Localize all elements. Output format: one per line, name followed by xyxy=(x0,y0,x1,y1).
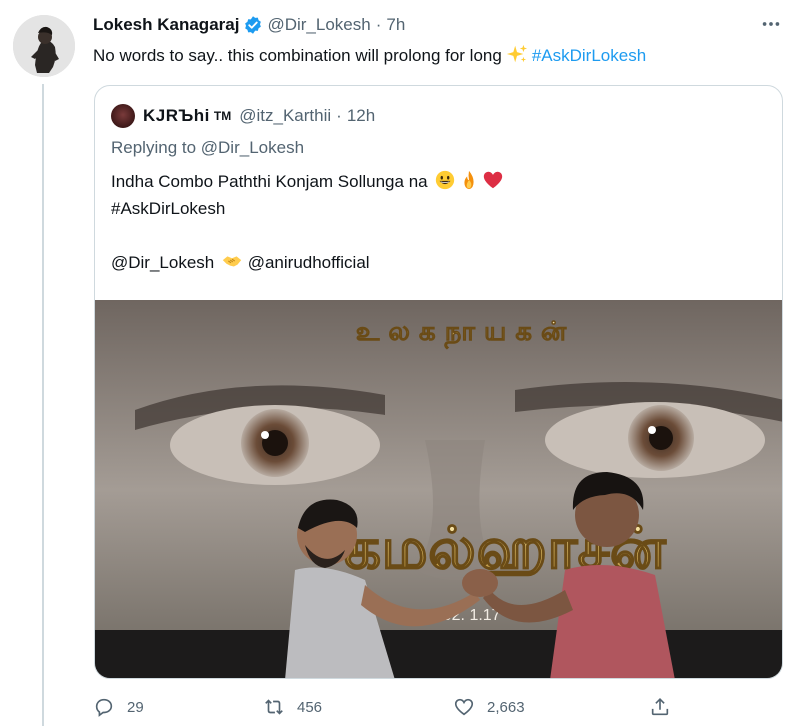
author-avatar-image xyxy=(13,15,75,77)
like-count: 2,663 xyxy=(487,698,525,716)
quote-separator-dot: · xyxy=(336,106,342,125)
quote-header: KJRЪhi TM @itz_Karthii · 12h xyxy=(111,104,375,128)
author-handle[interactable]: @Dir_Lokesh xyxy=(267,15,370,35)
author-avatar[interactable] xyxy=(13,15,75,77)
handshake-emoji xyxy=(221,250,243,272)
share-button[interactable] xyxy=(649,696,683,718)
quote-mention-1[interactable]: @Dir_Lokesh xyxy=(111,253,214,272)
red-heart-emoji xyxy=(482,169,504,191)
grinning-face-emoji xyxy=(434,169,456,191)
more-options-icon[interactable] xyxy=(758,11,784,37)
tweet-time[interactable]: 7h xyxy=(386,15,405,35)
quoted-tweet[interactable]: KJRЪhi TM @itz_Karthii · 12h Replying to… xyxy=(94,85,783,679)
thread-line xyxy=(42,84,44,726)
tweet-hashtag[interactable]: #AskDirLokesh xyxy=(532,46,646,65)
quote-time[interactable]: 12h xyxy=(347,106,375,126)
reply-count: 29 xyxy=(127,698,144,716)
quote-hashtag[interactable]: #AskDirLokesh xyxy=(111,195,504,222)
quote-body: Indha Combo Paththi Konjam Sollunga na xyxy=(111,172,428,191)
like-button[interactable]: 2,663 xyxy=(453,696,525,718)
quote-text-line1: Indha Combo Paththi Konjam Sollunga na xyxy=(111,168,504,195)
author-name[interactable]: Lokesh Kanagaraj xyxy=(93,15,239,35)
fire-emoji xyxy=(458,169,480,191)
photo-image: உ ல க நா ய க ன் கமல்ஹாசன் 2 02. 1.17 xyxy=(95,300,782,678)
quote-avatar[interactable] xyxy=(111,104,135,128)
quote-text-line3: @Dir_Lokesh @anirudhofficial xyxy=(111,249,504,276)
like-icon xyxy=(454,698,474,716)
quote-author-suffix: TM xyxy=(213,109,232,123)
tweet-actions: 29 456 2,663 xyxy=(93,696,693,724)
separator-dot: · xyxy=(375,15,382,34)
retweet-button[interactable]: 456 xyxy=(263,696,322,718)
sparkles-emoji xyxy=(506,43,528,65)
reply-button[interactable]: 29 xyxy=(93,696,144,718)
share-icon xyxy=(651,698,669,716)
tweet-text: No words to say.. this combination will … xyxy=(93,43,646,68)
replying-to-label[interactable]: Replying to @Dir_Lokesh xyxy=(111,138,304,158)
quote-author-name[interactable]: KJRЪhi xyxy=(143,106,210,126)
quote-mention-2[interactable]: @anirudhofficial xyxy=(248,253,370,272)
reply-icon xyxy=(95,698,113,717)
tweet-body: No words to say.. this combination will … xyxy=(93,46,502,65)
retweet-icon xyxy=(265,699,283,715)
retweet-count: 456 xyxy=(297,698,323,716)
tweet-header: Lokesh Kanagaraj @Dir_Lokesh · 7h xyxy=(93,13,405,37)
poster-tamil-title-top: உ ல க நா ய க ன் xyxy=(356,317,567,349)
quote-text: Indha Combo Paththi Konjam Sollunga na #… xyxy=(111,168,504,276)
quote-media-photo[interactable]: உ ல க நா ய க ன் கமல்ஹாசன் 2 02. 1.17 xyxy=(95,300,782,678)
verified-badge-icon xyxy=(243,15,263,35)
quote-author-handle[interactable]: @itz_Karthii xyxy=(239,106,331,126)
quote-text-spacer xyxy=(111,222,504,249)
